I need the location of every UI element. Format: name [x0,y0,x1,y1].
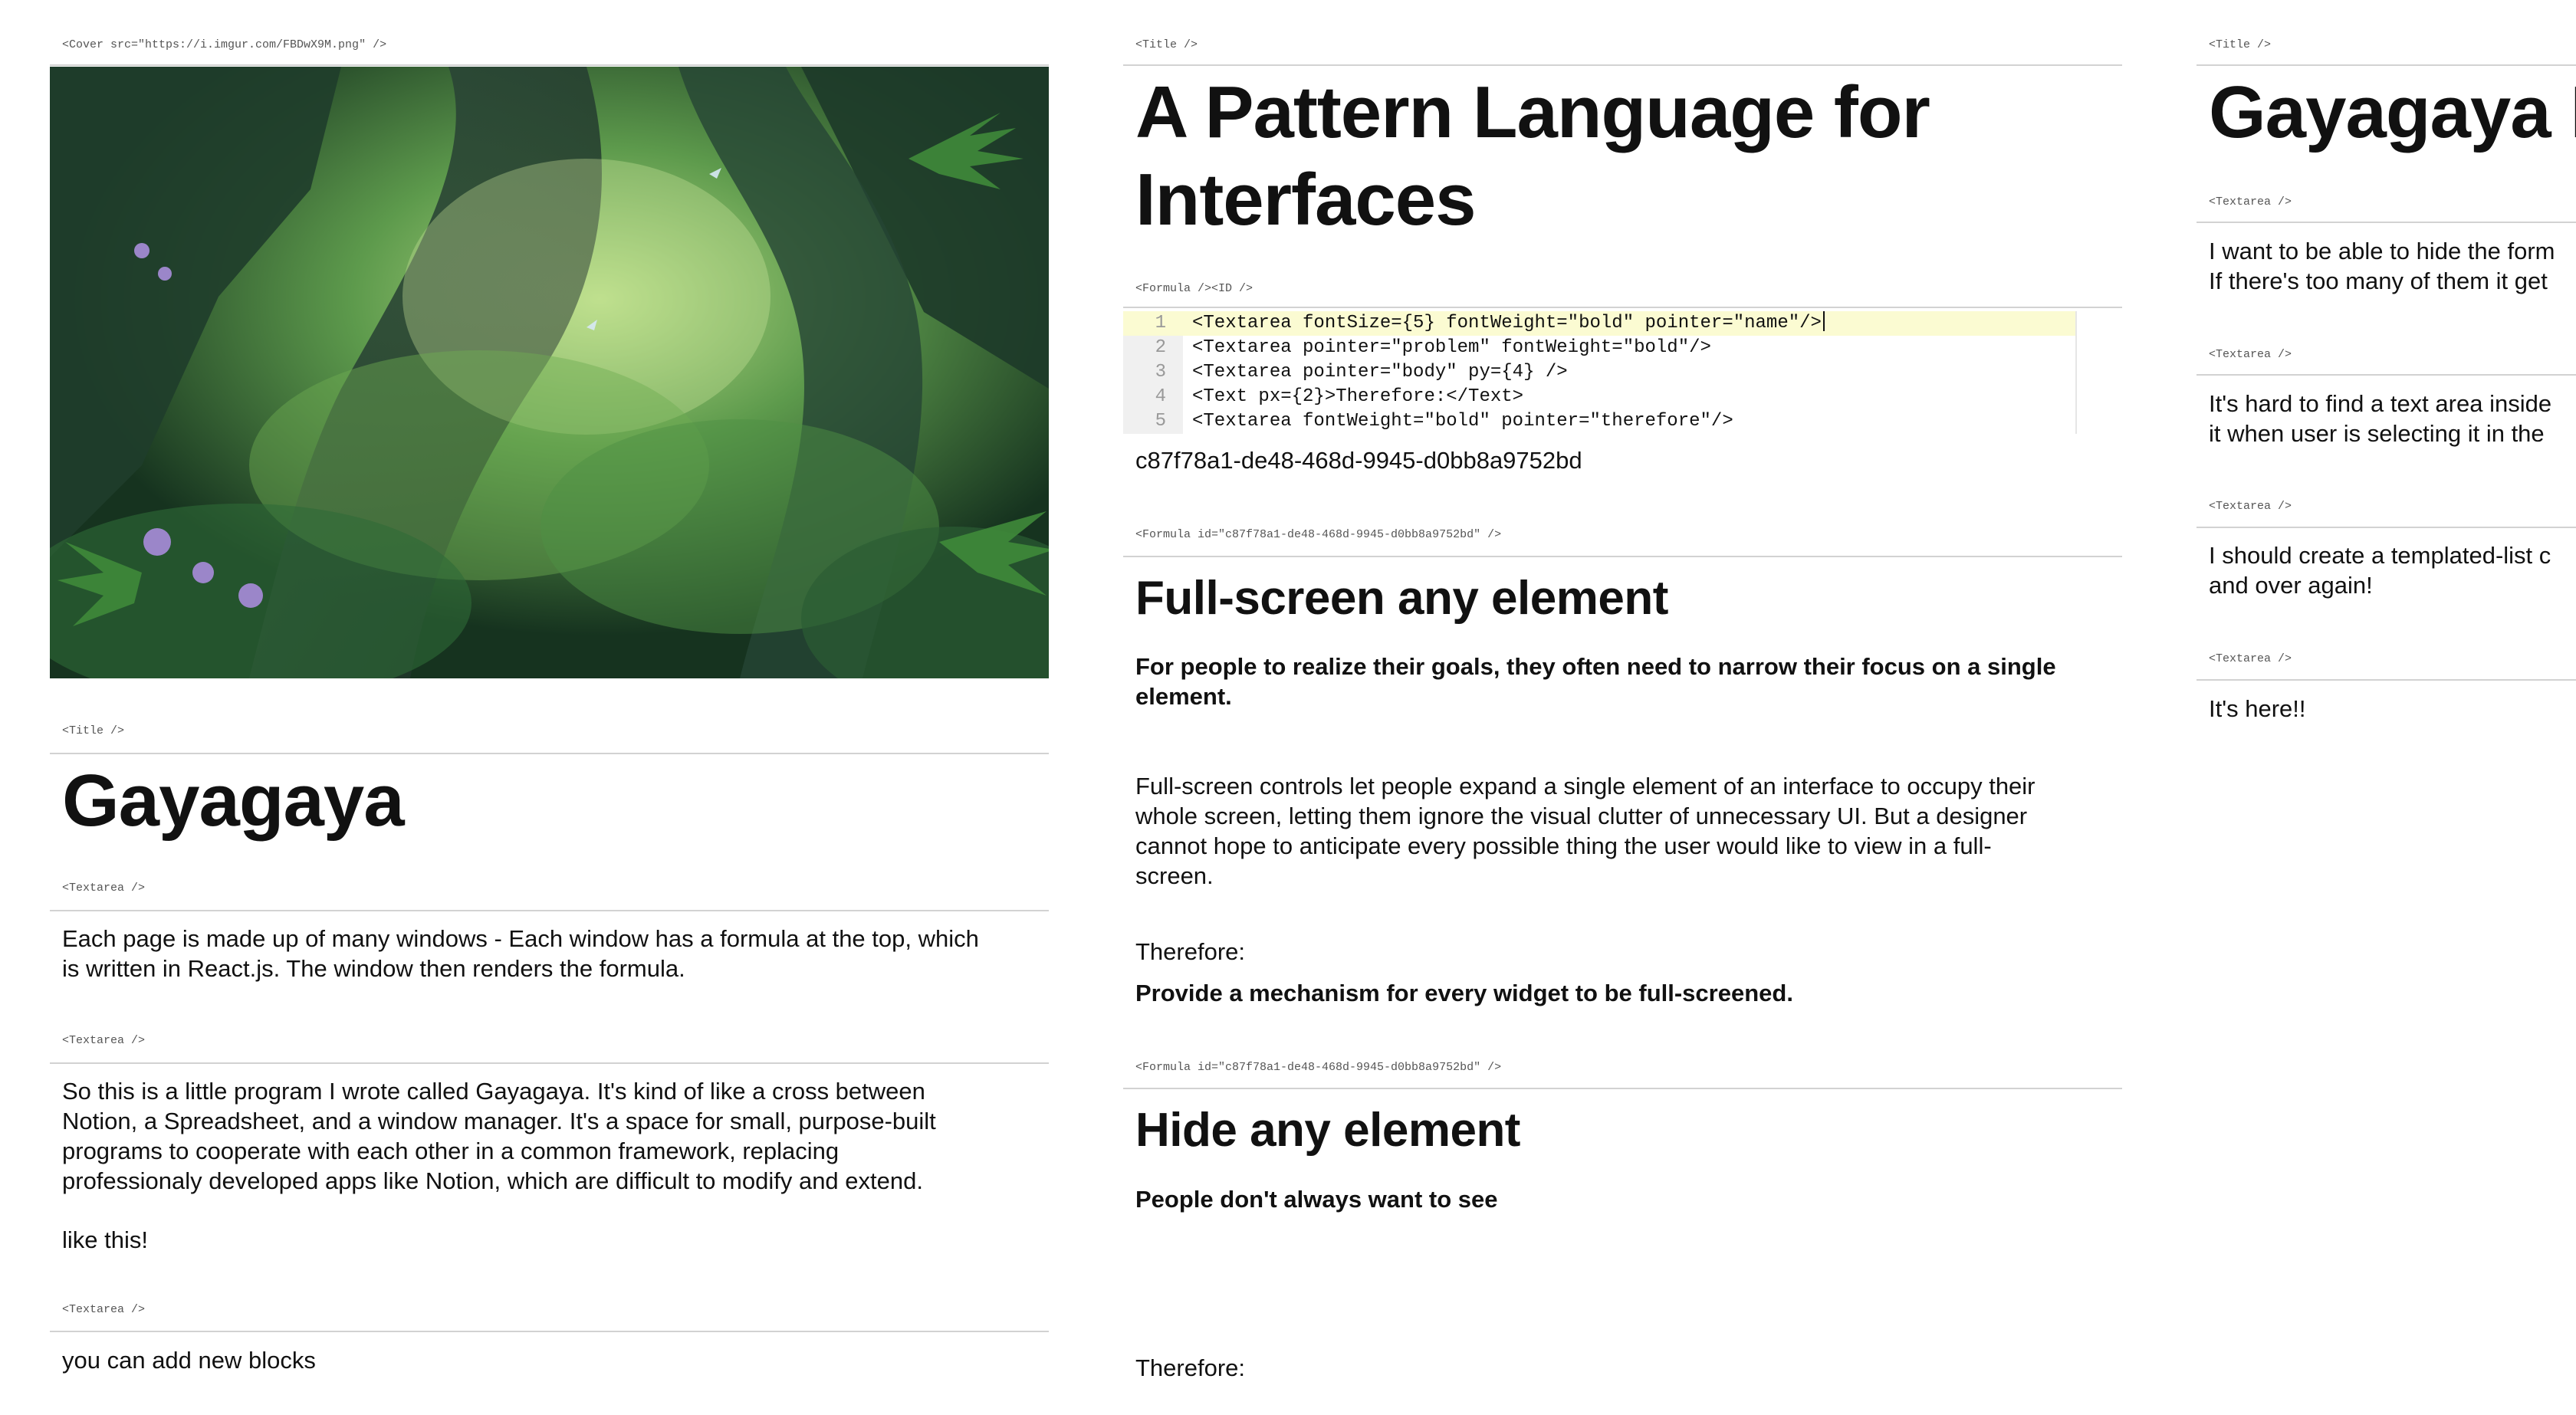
therefore-label: Therefore: [1135,938,1246,965]
textarea-formula-label[interactable]: <Textarea /> [62,882,145,895]
divider [50,753,1049,754]
textarea-intro[interactable]: So this is a little program I wrote call… [62,1076,1043,1255]
textarea-formula-label[interactable]: <Textarea /> [2209,348,2292,361]
divider [1123,556,2122,557]
line-number: 4 [1155,386,1166,407]
divider [50,1331,1049,1332]
formula-id-value[interactable]: c87f78a1-de48-468d-9945-d0bb8a9752bd [1135,445,1582,475]
title-formula-label[interactable]: <Title /> [1135,38,1198,51]
textarea-note[interactable]: I want to be able to hide the form If th… [2209,236,2555,296]
divider [1123,307,2122,308]
text-line: whole screen, letting them ignore the vi… [1135,803,2028,829]
text-line: like this! [62,1226,148,1253]
text-line: is written in React.js. The window then … [62,955,685,982]
code-text: <Textarea fontWeight="bold" pointer="the… [1192,411,1733,432]
divider [1123,64,2122,66]
page-title[interactable]: Gayagaya [62,759,405,843]
window-column-2: <Title /> A Pattern Language for Interfa… [1123,0,2122,1415]
code-text: <Textarea pointer="problem" fontWeight="… [1192,337,1711,358]
window-column-1: <Cover src="https://i.imgur.com/FBDwX9M.… [50,0,1049,1415]
textarea-note[interactable]: It's hard to find a text area inside it … [2209,389,2551,448]
divider [50,64,1049,66]
divider [1123,1088,2122,1089]
divider [2196,64,2576,66]
text-line: I want to be able to hide the form [2209,238,2555,264]
textarea-formula-label[interactable]: <Textarea /> [2209,500,2292,513]
formula-code-editor[interactable]: 1 <Textarea fontSize={5} fontWeight="bol… [1123,311,2077,434]
code-line[interactable]: 5 <Textarea fontWeight="bold" pointer="t… [1123,409,2075,434]
pattern-therefore[interactable]: Provide a mechanism for every widget to … [1135,978,1793,1008]
text-line: Notion, a Spreadsheet, and a window mana… [62,1108,936,1134]
pattern-formula-label[interactable]: <Formula id="c87f78a1-de48-468d-9945-d0b… [1135,528,1501,541]
divider [2196,374,2576,376]
text-line: and over again! [2209,572,2373,599]
textarea-add-blocks[interactable]: you can add new blocks [62,1345,316,1375]
code-line[interactable]: 1 <Textarea fontSize={5} fontWeight="bol… [1123,311,2075,336]
line-number: 2 [1155,337,1166,358]
textarea-formula-label[interactable]: <Textarea /> [62,1034,145,1047]
pattern-body[interactable]: Full-screen controls let people expand a… [1135,771,2117,891]
divider [50,1062,1049,1064]
text-cursor [1822,311,1825,331]
therefore-label: Therefore: [1135,1354,1246,1381]
page-title[interactable]: Gayagaya I [2209,69,2576,156]
title-formula-label[interactable]: <Title /> [62,724,124,737]
pattern-name[interactable]: Hide any element [1135,1101,1520,1160]
text-line: screen. [1135,862,1214,889]
line-number: 5 [1155,411,1166,432]
cover-image [50,67,1049,678]
cover-formula-label[interactable]: <Cover src="https://i.imgur.com/FBDwX9M.… [62,38,386,51]
text-line: Full-screen controls let people expand a… [1135,773,2036,799]
textarea-note[interactable]: It's here!! [2209,694,2306,724]
textarea-description[interactable]: Each page is made up of many windows - E… [62,924,1043,983]
text-line: element. [1135,683,1232,710]
text-line: professionaly developed apps like Notion… [62,1167,923,1194]
line-number: 1 [1155,313,1166,333]
text-line: I should create a templated-list c [2209,542,2551,569]
divider [2196,679,2576,681]
text-line: It's hard to find a text area inside [2209,390,2552,417]
text-line: programs to cooperate with each other in… [62,1138,840,1164]
text-line: Each page is made up of many windows - E… [62,925,979,952]
pattern-formula-label[interactable]: <Formula id="c87f78a1-de48-468d-9945-d0b… [1135,1061,1501,1074]
title-line: Interfaces [1135,159,1477,241]
pattern-problem[interactable]: For people to realize their goals, they … [1135,652,2117,711]
textarea-formula-label[interactable]: <Textarea /> [62,1303,145,1316]
pattern-problem[interactable]: People don't always want to see [1135,1184,1498,1214]
text-line: cannot hope to anticipate every possible… [1135,832,1992,859]
formula-editor-label[interactable]: <Formula /><ID /> [1135,282,1253,295]
code-text: <Textarea fontSize={5} fontWeight="bold"… [1192,311,1825,336]
title-line: A Pattern Language for [1135,71,1930,153]
divider [50,910,1049,911]
window-column-3: <Title /> Gayagaya I <Textarea /> I want… [2196,0,2576,1415]
code-line[interactable]: 4 <Text px={2}>Therefore:</Text> [1123,385,2075,409]
page-title[interactable]: A Pattern Language for Interfaces [1135,69,2117,244]
text-line: it when user is selecting it in the [2209,420,2545,447]
pattern-name[interactable]: Full-screen any element [1135,570,1668,628]
line-number: 3 [1155,362,1166,382]
divider [2196,222,2576,223]
text-line: For people to realize their goals, they … [1135,653,2056,680]
textarea-formula-label[interactable]: <Textarea /> [2209,652,2292,665]
title-formula-label[interactable]: <Title /> [2209,38,2271,51]
code-line[interactable]: 2 <Textarea pointer="problem" fontWeight… [1123,336,2075,360]
code-line[interactable]: 3 <Textarea pointer="body" py={4} /> [1123,360,2075,385]
text-line: So this is a little program I wrote call… [62,1078,925,1105]
textarea-formula-label[interactable]: <Textarea /> [2209,195,2292,208]
divider [2196,527,2576,528]
code-text: <Textarea pointer="body" py={4} /> [1192,362,1568,382]
text-line: If there's too many of them it get [2209,268,2548,294]
forest-illustration [50,67,1049,678]
code-text: <Text px={2}>Therefore:</Text> [1192,386,1524,407]
textarea-note[interactable]: I should create a templated-list c and o… [2209,540,2551,600]
